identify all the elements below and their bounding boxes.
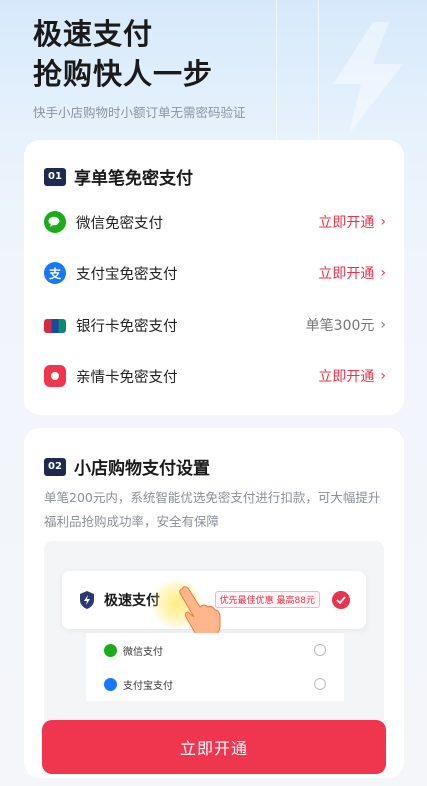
alipay-glyph: 支 xyxy=(48,266,61,281)
action-label: 立即开通 xyxy=(318,266,375,282)
radio-icon xyxy=(314,678,326,690)
preview-alipay-option: 支付宝支付 xyxy=(86,667,344,701)
shield-bolt-icon xyxy=(80,591,94,609)
preview-wechat-option: 微信支付 xyxy=(86,633,344,667)
page-title-line1: 极速支付 xyxy=(33,17,154,51)
preview-option-label: 微信支付 xyxy=(123,646,163,658)
section1-header: 01 享单笔免密支付 xyxy=(44,164,193,189)
decor-line xyxy=(276,0,277,140)
chevron-right-icon: › xyxy=(380,317,386,333)
section2-badge: 02 xyxy=(44,457,66,476)
unionpay-card-icon xyxy=(44,319,66,333)
pay-method-name: 银行卡免密支付 xyxy=(76,318,178,335)
page-title-line2: 抢购快人一步 xyxy=(33,57,214,91)
alipay-icon: 支 xyxy=(44,262,66,284)
preview-option-label: 支付宝支付 xyxy=(123,680,173,692)
pay-method-name: 亲情卡免密支付 xyxy=(76,369,178,386)
action-label: 立即开通 xyxy=(318,215,375,231)
preview-discount-tag: 优先最佳优惠 最高88元 xyxy=(214,591,320,608)
family-card-row[interactable]: 亲情卡免密支付 立即开通 › xyxy=(44,362,386,390)
wechat-pay-icon xyxy=(44,211,66,233)
checkmark-icon xyxy=(332,591,350,609)
section2-description: 单笔200元内，系统智能优选免密支付进行扣款，可大幅提升福利品抢购成功率，安全有… xyxy=(44,490,381,529)
radio-icon xyxy=(314,644,326,656)
limit-label: 单笔300元 xyxy=(305,318,375,334)
wechat-pay-icon xyxy=(104,643,117,657)
section2-header: 02 小店购物支付设置 xyxy=(44,454,210,479)
pay-method-name: 支付宝免密支付 xyxy=(76,266,178,283)
section1-title: 享单笔免密支付 xyxy=(74,169,193,189)
alipay-icon xyxy=(104,677,117,691)
open-link[interactable]: 立即开通 › xyxy=(318,212,386,232)
section1-badge: 01 xyxy=(44,167,66,186)
page-header: 极速支付 抢购快人一步 xyxy=(33,14,213,94)
page-subtitle: 快手小店购物时小额订单无需密码验证 xyxy=(33,105,246,120)
chevron-right-icon: › xyxy=(380,214,386,230)
chevron-right-icon: › xyxy=(380,368,386,384)
pointing-hand-icon xyxy=(179,586,221,639)
action-label: 立即开通 xyxy=(318,369,375,385)
open-link[interactable]: 立即开通 › xyxy=(318,366,386,386)
alipay-row[interactable]: 支 支付宝免密支付 立即开通 › xyxy=(44,259,386,287)
wechat-pay-row[interactable]: 微信免密支付 立即开通 › xyxy=(44,208,386,236)
fast-pay-preview: 极速支付 优先最佳优惠 最高88元 微信支付 支付宝支付 xyxy=(44,541,384,727)
lightning-decor-icon xyxy=(333,22,403,134)
family-card-icon xyxy=(44,365,66,387)
single-payment-card: 01 享单笔免密支付 微信免密支付 立即开通 › 支 支付宝免密支付 立即开通 › … xyxy=(24,140,404,415)
shop-payment-settings-card: 02 小店购物支付设置 单笔200元内，系统智能优选免密支付进行扣款，可大幅提升… xyxy=(24,428,404,778)
open-link[interactable]: 立即开通 › xyxy=(318,263,386,283)
section2-title: 小店购物支付设置 xyxy=(74,459,210,479)
bank-card-row[interactable]: 银行卡免密支付 单笔300元 › xyxy=(44,311,386,339)
limit-link[interactable]: 单笔300元 › xyxy=(306,315,386,335)
chevron-right-icon: › xyxy=(380,265,386,281)
pay-method-name: 微信免密支付 xyxy=(76,215,163,232)
open-now-button[interactable]: 立即开通 xyxy=(42,720,386,774)
